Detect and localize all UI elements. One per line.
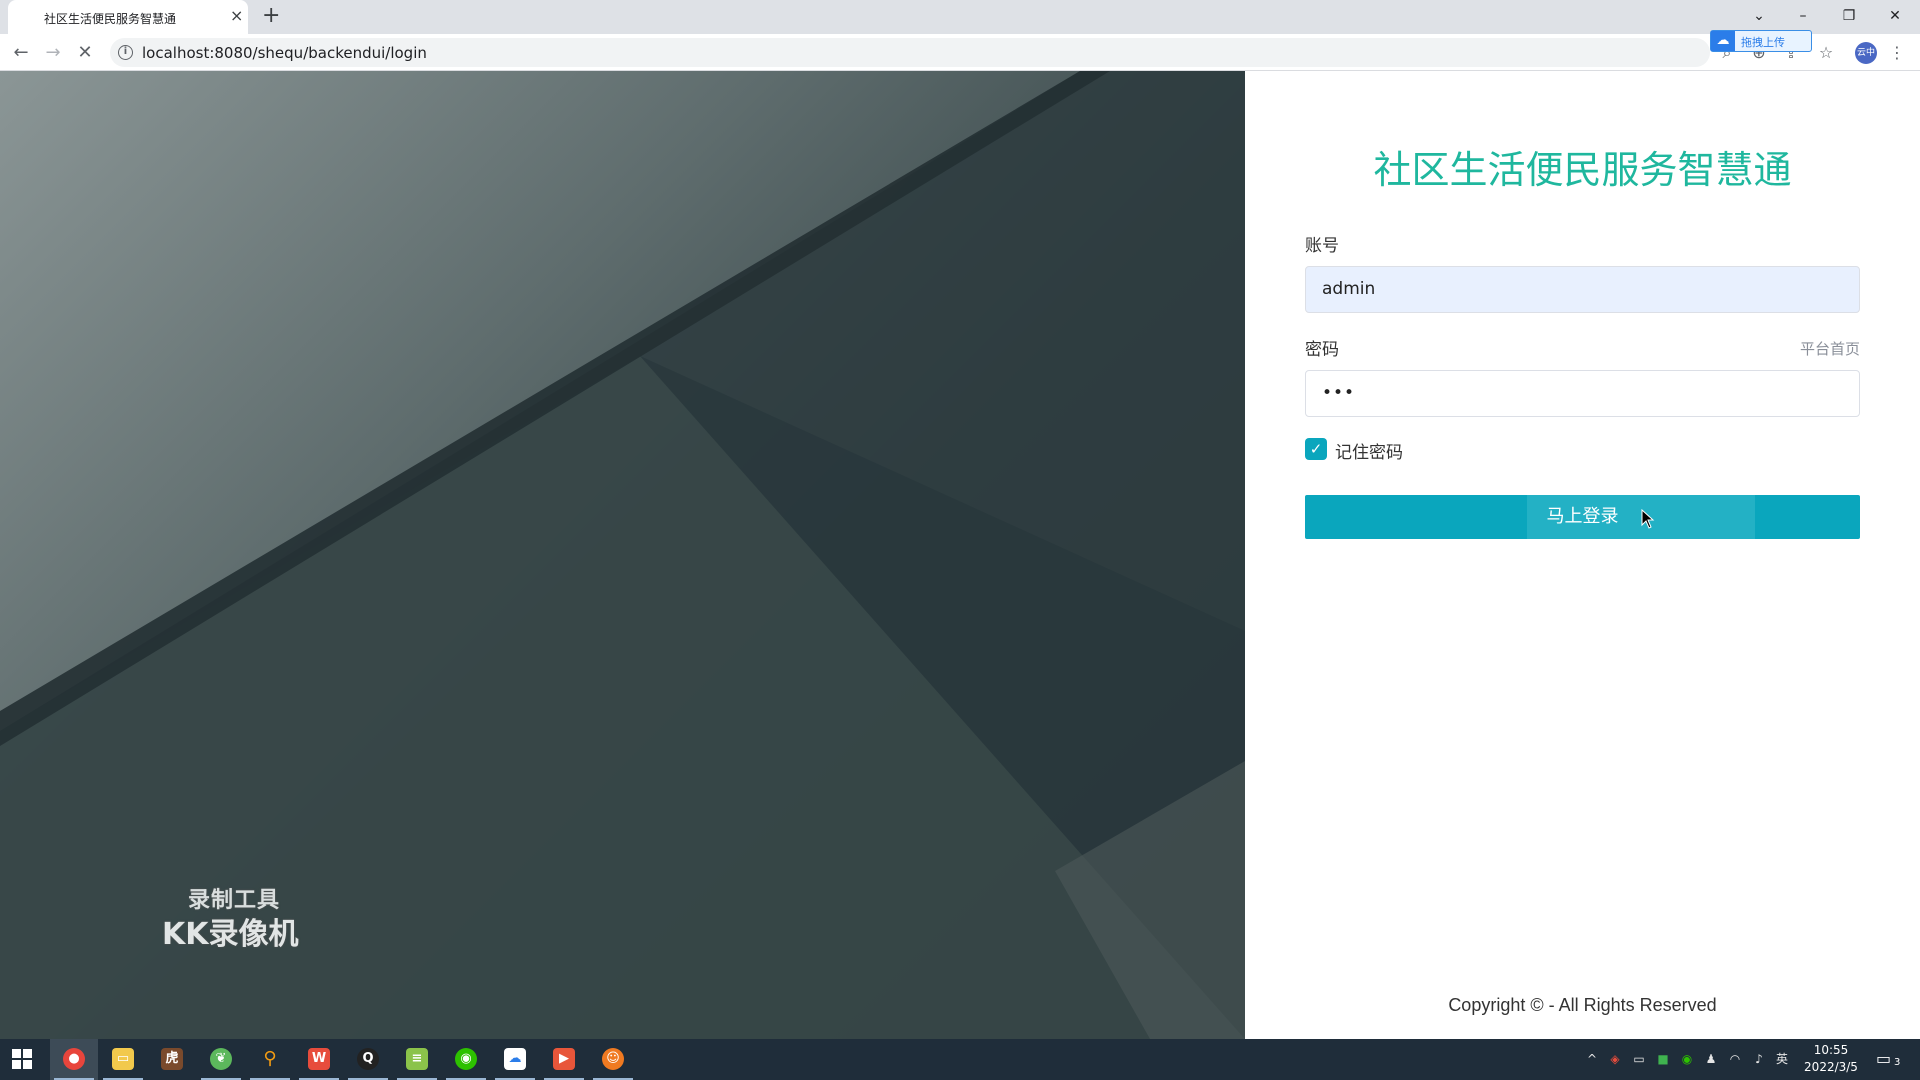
minimize-button[interactable]: – bbox=[1786, 4, 1820, 28]
windows-taskbar: ● ▭ 虎 ❦ ⚲ W Q ≡ ◉ ☁ ▶ ☺ ^ ◈ ▭ ■ ◉ ♟ ◠ ♪ … bbox=[0, 1039, 1920, 1080]
account-label: 账号 bbox=[1305, 236, 1339, 256]
wechat-taskbar-icon[interactable]: ◉ bbox=[442, 1039, 490, 1080]
clock-time: 10:55 bbox=[1813, 1043, 1849, 1057]
copyright-text: Copyright © - All Rights Reserved bbox=[1448, 995, 1717, 1015]
video-app-taskbar-icon[interactable]: ▶ bbox=[540, 1039, 588, 1080]
qq-taskbar-icon[interactable]: Q bbox=[344, 1039, 392, 1080]
video-icon: ▶ bbox=[553, 1048, 575, 1070]
geometric-background bbox=[0, 71, 1245, 1039]
wechat-icon: ◉ bbox=[455, 1048, 477, 1070]
tray-network-icon[interactable]: ◠ bbox=[1727, 1051, 1743, 1067]
password-label: 密码 bbox=[1305, 340, 1339, 360]
chrome-icon: ● bbox=[63, 1048, 85, 1070]
leaf-icon: ❦ bbox=[210, 1048, 232, 1070]
tiger-icon: 虎 bbox=[161, 1048, 183, 1070]
login-page: 录制工具 KK录像机 社区生活便民服务智慧通 账号 admin 密码 平台首页 … bbox=[0, 71, 1920, 1039]
background-artwork: 录制工具 KK录像机 bbox=[0, 71, 1245, 1039]
menu-kebab-icon[interactable]: ⋮ bbox=[1886, 42, 1908, 64]
back-icon[interactable]: ← bbox=[8, 40, 34, 66]
tray-battery-icon[interactable]: ▭ bbox=[1631, 1051, 1647, 1067]
magnifier-icon: ⚲ bbox=[263, 1048, 277, 1069]
remember-label: 记住密码 bbox=[1335, 443, 1403, 463]
tray-chevron-up-icon[interactable]: ^ bbox=[1584, 1051, 1600, 1067]
clock-date: 2022/3/5 bbox=[1804, 1060, 1858, 1074]
file-explorer-taskbar-icon[interactable]: ▭ bbox=[99, 1039, 147, 1080]
address-bar[interactable]: i localhost:8080/shequ/backendui/login bbox=[110, 38, 1710, 67]
watermark-line2: KK录像机 bbox=[162, 917, 299, 952]
restore-button[interactable]: ❐ bbox=[1832, 4, 1866, 28]
notepad-taskbar-icon[interactable]: ≡ bbox=[393, 1039, 441, 1080]
browser-tab-bar: 社区生活便民服务智慧通 × + ⌄ – ❐ ✕ bbox=[0, 0, 1920, 34]
tray-ime-indicator[interactable]: 英 bbox=[1774, 1051, 1790, 1067]
forward-icon[interactable]: → bbox=[40, 40, 66, 66]
browser-tab[interactable]: 社区生活便民服务智慧通 × bbox=[8, 0, 248, 34]
notepad-icon: ≡ bbox=[406, 1048, 428, 1070]
notification-center-icon[interactable]: ▭ 3 bbox=[1876, 1049, 1902, 1069]
windows-start-icon[interactable] bbox=[12, 1049, 32, 1069]
drag-upload-button[interactable]: ☁ 拖拽上传 bbox=[1710, 30, 1812, 52]
wps-taskbar-icon[interactable]: W bbox=[295, 1039, 343, 1080]
stop-loading-icon[interactable]: ✕ bbox=[72, 40, 98, 66]
upload-label: 拖拽上传 bbox=[1741, 36, 1785, 49]
login-panel: 社区生活便民服务智慧通 账号 admin 密码 平台首页 ••• ✓ 记住密码 … bbox=[1245, 71, 1920, 1039]
remember-checkbox[interactable]: ✓ bbox=[1305, 438, 1327, 460]
platform-home-link[interactable]: 平台首页 bbox=[1800, 338, 1860, 359]
profile-avatar[interactable]: 云中 bbox=[1855, 42, 1877, 64]
system-title: 社区生活便民服务智慧通 bbox=[1373, 148, 1792, 192]
notification-count: 3 bbox=[1894, 1057, 1901, 1068]
bookmark-star-icon[interactable]: ☆ bbox=[1815, 42, 1837, 64]
login-button-label: 马上登录 bbox=[1546, 506, 1619, 527]
penguin-icon: Q bbox=[357, 1048, 379, 1070]
sunglasses-face-icon: ☺ bbox=[602, 1048, 624, 1070]
tray-antivirus-icon[interactable]: ◈ bbox=[1607, 1051, 1623, 1067]
tray-green-app-icon[interactable]: ■ bbox=[1655, 1051, 1671, 1067]
tiger-app-taskbar-icon[interactable]: 虎 bbox=[148, 1039, 196, 1080]
browser-toolbar: ← → ✕ i localhost:8080/shequ/backendui/l… bbox=[0, 34, 1920, 71]
sunglasses-app-taskbar-icon[interactable]: ☺ bbox=[589, 1039, 637, 1080]
tray-wechat-icon[interactable]: ◉ bbox=[1679, 1051, 1695, 1067]
tab-search-chevron-icon[interactable]: ⌄ bbox=[1742, 4, 1776, 28]
leaf-app-taskbar-icon[interactable]: ❦ bbox=[197, 1039, 245, 1080]
tab-title: 社区生活便民服务智慧通 bbox=[44, 12, 177, 26]
cloud-upload-icon: ☁ bbox=[1711, 31, 1735, 51]
notification-bubble-icon: ▭ bbox=[1876, 1049, 1892, 1068]
tab-close-icon[interactable]: × bbox=[230, 7, 243, 25]
chrome-taskbar-icon[interactable]: ● bbox=[50, 1039, 98, 1080]
url-text[interactable]: localhost:8080/shequ/backendui/login bbox=[142, 44, 427, 62]
cloud-icon: ☁ bbox=[504, 1048, 526, 1070]
mouse-cursor-icon bbox=[1641, 509, 1655, 529]
taskbar-clock[interactable]: 10:55 2022/3/5 bbox=[1796, 1042, 1866, 1076]
site-info-icon[interactable]: i bbox=[118, 45, 133, 60]
tray-qq-icon[interactable]: ♟ bbox=[1703, 1051, 1719, 1067]
folder-icon: ▭ bbox=[112, 1048, 134, 1070]
account-input[interactable]: admin bbox=[1305, 266, 1860, 313]
password-input[interactable]: ••• bbox=[1305, 370, 1860, 417]
baidu-netdisk-taskbar-icon[interactable]: ☁ bbox=[491, 1039, 539, 1080]
wps-icon: W bbox=[308, 1048, 330, 1070]
new-tab-button[interactable]: + bbox=[262, 4, 280, 28]
tray-volume-icon[interactable]: ♪ bbox=[1751, 1051, 1767, 1067]
login-button[interactable]: 马上登录 bbox=[1305, 495, 1860, 539]
close-window-button[interactable]: ✕ bbox=[1878, 4, 1912, 28]
search-app-taskbar-icon[interactable]: ⚲ bbox=[246, 1039, 294, 1080]
